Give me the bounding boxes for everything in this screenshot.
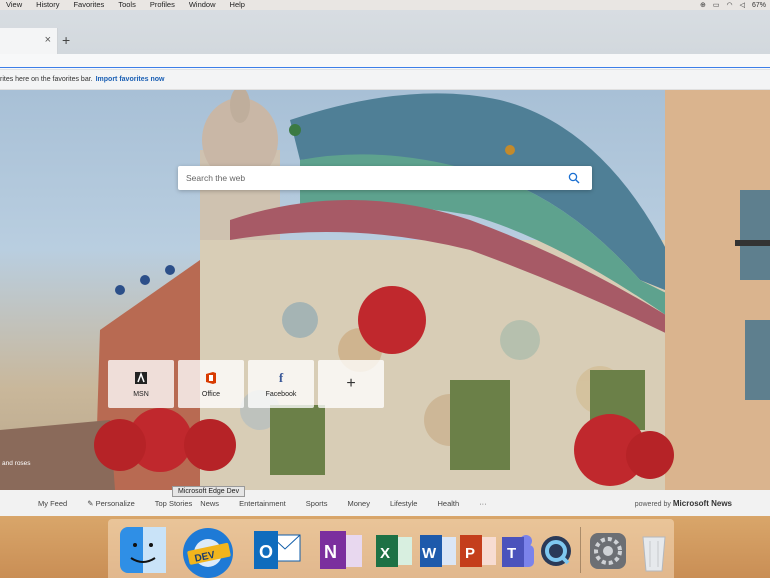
favorites-bar: rites here on the favorites bar. Import … [0, 70, 770, 90]
office-icon [204, 371, 218, 385]
onenote-icon[interactable]: N [316, 525, 366, 575]
news-tab-news[interactable]: News [200, 499, 219, 508]
search-input[interactable] [186, 167, 556, 189]
msn-icon [134, 371, 148, 385]
powered-brand: Microsoft News [672, 499, 732, 508]
news-tab-health[interactable]: Health [437, 499, 459, 508]
airplay-icon[interactable]: ▭ [713, 1, 720, 9]
dock: DEV O N X W P T [108, 519, 674, 578]
accessibility-icon[interactable]: ⊕ [700, 1, 706, 9]
quick-link-office[interactable]: Office [178, 360, 244, 408]
news-tab-entertainment[interactable]: Entertainment [239, 499, 286, 508]
svg-text:P: P [465, 545, 475, 562]
excel-icon[interactable]: X [374, 525, 414, 575]
quick-link-facebook[interactable]: f Facebook [248, 360, 314, 408]
search-box[interactable] [178, 166, 592, 190]
pencil-icon: ✎ [87, 498, 96, 508]
news-tab-my-feed[interactable]: My Feed [38, 499, 67, 508]
quick-link-msn[interactable]: MSN [108, 360, 174, 408]
close-tab-icon[interactable]: × [45, 34, 51, 46]
background-image [0, 90, 770, 490]
facebook-icon: f [278, 369, 284, 385]
news-bar: My Feed ✎ Personalize Top Stories News E… [0, 490, 770, 516]
svg-text:X: X [380, 545, 390, 562]
volume-icon[interactable]: ◁ [740, 1, 745, 9]
news-tab-top-stories[interactable]: Top Stories [155, 499, 193, 508]
powerpoint-icon[interactable]: P [458, 525, 498, 575]
address-field[interactable] [0, 56, 770, 68]
edge-dev-icon[interactable]: DEV [180, 525, 233, 578]
new-tab-button[interactable]: + [62, 32, 70, 48]
casa-batllo-illustration [0, 90, 770, 490]
menu-tools[interactable]: Tools [118, 0, 136, 10]
desktop-background: DEV O N X W P T [0, 516, 770, 578]
tab-new[interactable]: × [0, 28, 58, 54]
tab-strip: × + [0, 10, 770, 54]
menu-view[interactable]: View [6, 0, 22, 10]
system-preferences-icon[interactable] [586, 525, 630, 575]
battery-percent[interactable]: 67% [752, 2, 766, 9]
outlook-icon[interactable]: O [252, 525, 302, 575]
quicktime-icon[interactable] [538, 525, 574, 575]
search-icon[interactable] [568, 171, 580, 189]
menu-help[interactable]: Help [230, 0, 245, 10]
quick-link-label: Facebook [265, 390, 297, 398]
quick-link-label: MSN [133, 390, 149, 398]
menu-favorites[interactable]: Favorites [73, 0, 104, 10]
powered-by: powered by Microsoft News [635, 499, 732, 508]
menu-bar: View History Favorites Tools Profiles Wi… [0, 0, 770, 10]
image-caption: and roses [2, 460, 31, 467]
quick-links: MSN Office f Facebook + [108, 360, 384, 408]
news-tab-sports[interactable]: Sports [306, 499, 328, 508]
news-tab-lifestyle[interactable]: Lifestyle [390, 499, 418, 508]
personalize-label: Personalize [95, 498, 135, 508]
menu-profiles[interactable]: Profiles [150, 0, 175, 10]
teams-icon[interactable]: T [500, 525, 536, 575]
svg-text:T: T [507, 545, 516, 562]
news-tab-personalize[interactable]: ✎ Personalize [87, 499, 135, 508]
wifi-icon[interactable]: ◠ [726, 1, 732, 9]
menu-window[interactable]: Window [189, 0, 216, 10]
trash-icon[interactable] [636, 525, 672, 575]
news-tab-money[interactable]: Money [347, 499, 370, 508]
quick-link-label: Office [201, 390, 221, 398]
finder-icon[interactable] [118, 525, 168, 575]
status-area: ⊕ ▭ ◠ ◁ 67% [700, 0, 766, 10]
favorites-hint: rites here on the favorites bar. [0, 76, 93, 83]
menu-history[interactable]: History [36, 0, 59, 10]
more-icon[interactable]: ··· [479, 499, 487, 508]
dock-separator [580, 527, 581, 573]
add-quick-link-button[interactable]: + [318, 360, 384, 408]
powered-prefix: powered by [634, 501, 671, 508]
svg-text:N: N [324, 542, 337, 562]
dock-tooltip: Microsoft Edge Dev [172, 486, 246, 497]
svg-text:W: W [422, 545, 437, 562]
address-bar[interactable] [0, 54, 770, 70]
import-favorites-link[interactable]: Import favorites now [96, 76, 165, 83]
word-icon[interactable]: W [418, 525, 458, 575]
svg-text:O: O [259, 542, 273, 562]
